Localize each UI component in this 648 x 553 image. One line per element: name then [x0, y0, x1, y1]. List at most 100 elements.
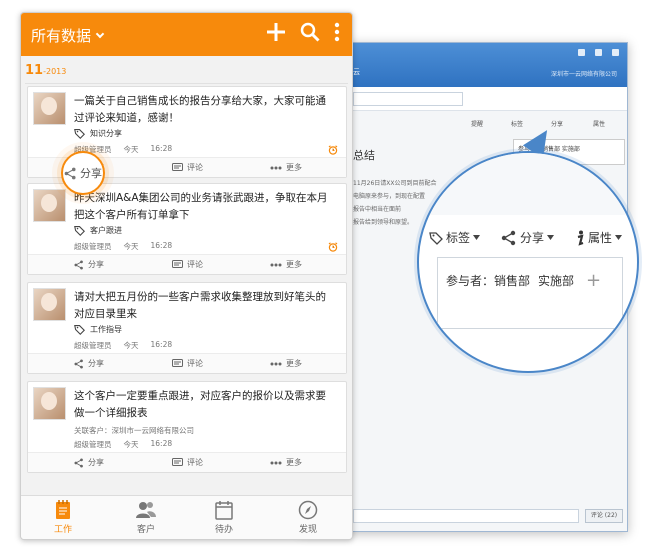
- tab-work[interactable]: 工作: [38, 500, 88, 535]
- share-icon: [501, 230, 516, 245]
- card-author: 超级管理员: [74, 440, 112, 449]
- comment-label: 评论: [187, 458, 203, 467]
- users-icon: [136, 502, 156, 518]
- zoom-share-label: 分享: [520, 231, 545, 245]
- add-icon[interactable]: [266, 22, 286, 42]
- alarm-icon[interactable]: [328, 145, 338, 155]
- tab-todo[interactable]: 待办: [199, 500, 249, 535]
- desktop-comment-button[interactable]: 评论 (22): [585, 509, 623, 523]
- add-participant-icon[interactable]: +: [586, 271, 601, 289]
- feed-card[interactable]: 昨天深圳A&A集团公司的业务请张武跟进，争取在本月把这个客户所有订单拿下 客户跟…: [27, 183, 347, 275]
- more-button[interactable]: 更多: [270, 457, 302, 468]
- share-label: 分享: [88, 359, 104, 368]
- avatar[interactable]: [33, 189, 66, 222]
- caret-down-icon: [615, 235, 623, 240]
- tab-work-label: 工作: [53, 525, 72, 535]
- comment-button[interactable]: 评论: [172, 457, 203, 468]
- share-label: 分享: [88, 260, 104, 269]
- card-actions: 分享 评论 更多: [28, 254, 346, 274]
- zoom-tag-label: 标签: [446, 231, 471, 245]
- tab-discover-label: 发现: [298, 525, 317, 535]
- more-button[interactable]: 更多: [270, 358, 302, 369]
- tag-icon: [429, 231, 443, 245]
- participants-row: 参与者：销售部 实施部 +: [446, 271, 601, 289]
- more-button[interactable]: 更多: [270, 259, 302, 270]
- more-button[interactable]: 更多: [270, 162, 302, 173]
- share-button[interactable]: 分享: [74, 457, 104, 468]
- card-time: 16:28: [150, 439, 173, 448]
- zoom-toolbar: 标签 分享 属性: [419, 229, 637, 253]
- desktop-comment-input[interactable]: [353, 509, 579, 523]
- close-icon[interactable]: [612, 49, 619, 56]
- more-icon: [270, 263, 282, 266]
- data-filter-dropdown[interactable]: 所有数据: [31, 25, 105, 46]
- chevron-down-icon: [95, 29, 105, 38]
- card-tag-label: 知识分享: [90, 129, 122, 138]
- maximize-icon[interactable]: [595, 49, 602, 56]
- card-text: 一篇关于自己销售成长的报告分享给大家，大家可能通过评论来知道，感谢！: [74, 95, 326, 124]
- more-vertical-icon[interactable]: [334, 22, 340, 42]
- notepad-icon: [56, 500, 70, 519]
- date-day: 11: [25, 63, 44, 78]
- share-icon: [74, 458, 83, 467]
- desktop-tool-tag[interactable]: 标签: [511, 119, 523, 128]
- desktop-tool-remind[interactable]: 提醒: [471, 119, 483, 128]
- feed-card[interactable]: 请对大把五月份的一些客户需求收集整理放到好笔头的对应目录里来 工作指导 超级管理…: [27, 282, 347, 374]
- card-day: 今天: [123, 145, 139, 154]
- info-icon: [577, 230, 584, 246]
- comment-icon: [172, 358, 183, 367]
- card-time: 16:28: [150, 241, 173, 250]
- participants-extra: 实施部: [538, 274, 575, 288]
- card-day: 今天: [123, 242, 139, 251]
- card-tag[interactable]: 知识分享: [74, 128, 122, 139]
- feed-card[interactable]: 这个客户一定要重点跟进，对应客户的报价以及需求要做一个详细报表 关联客户：深圳市…: [27, 381, 347, 473]
- tag-icon: [74, 226, 85, 236]
- tab-discover[interactable]: 发现: [283, 500, 333, 535]
- caret-down-icon: [473, 235, 481, 240]
- desktop-company: 深圳市一云网络有限公司: [550, 71, 617, 78]
- zoom-share-button[interactable]: 分享: [501, 229, 555, 246]
- tab-todo-label: 待办: [214, 525, 233, 535]
- comment-button[interactable]: 评论: [172, 162, 203, 173]
- more-icon: [270, 362, 282, 365]
- desktop-comment-bar: 评论 (22): [353, 509, 623, 523]
- search-icon[interactable]: [300, 22, 320, 42]
- minimize-icon[interactable]: [578, 49, 585, 56]
- tab-customers-label: 客户: [136, 525, 155, 535]
- avatar[interactable]: [33, 92, 66, 125]
- card-tag[interactable]: 工作指导: [74, 324, 122, 335]
- comment-button[interactable]: 评论: [172, 358, 203, 369]
- share-highlight[interactable]: 分享: [61, 151, 105, 195]
- caret-down-icon: [547, 235, 555, 240]
- desktop-search-input[interactable]: [353, 92, 463, 106]
- desktop-tab[interactable]: 云: [353, 67, 360, 77]
- card-time: 16:28: [150, 144, 173, 153]
- calendar-icon: [215, 501, 233, 520]
- header-title: 所有数据: [31, 27, 92, 45]
- zoom-tag-button[interactable]: 标签: [429, 229, 481, 246]
- alarm-icon[interactable]: [328, 242, 338, 252]
- desktop-tool-attr[interactable]: 属性: [593, 119, 605, 128]
- comment-label: 评论: [187, 163, 203, 172]
- share-button[interactable]: 分享: [74, 259, 104, 270]
- card-related[interactable]: 关联客户：深圳市一云网络有限公司: [74, 425, 194, 436]
- more-icon: [270, 461, 282, 464]
- comment-button[interactable]: 评论: [172, 259, 203, 270]
- header-actions: [266, 22, 340, 42]
- card-time: 16:28: [150, 340, 173, 349]
- share-button[interactable]: 分享: [74, 358, 104, 369]
- date-heading: 11-2013: [25, 63, 66, 78]
- card-tag[interactable]: 客户跟进: [74, 225, 122, 236]
- card-tag-label: 工作指导: [90, 325, 122, 334]
- share-icon: [64, 167, 76, 179]
- bottom-tab-bar: 工作 客户 待办 发现: [21, 495, 352, 539]
- tab-customers[interactable]: 客户: [121, 500, 171, 535]
- desktop-tool-share[interactable]: 分享: [551, 119, 563, 128]
- zoom-magnifier: 标签 分享 属性 参与者：销售部 实施部 +: [417, 151, 639, 373]
- avatar[interactable]: [33, 387, 66, 420]
- zoom-attr-button[interactable]: 属性: [575, 229, 623, 246]
- share-label: 分享: [88, 458, 104, 467]
- zoom-participants-panel: 参与者：销售部 实施部 +: [437, 257, 623, 329]
- comment-label: 评论: [187, 260, 203, 269]
- avatar[interactable]: [33, 288, 66, 321]
